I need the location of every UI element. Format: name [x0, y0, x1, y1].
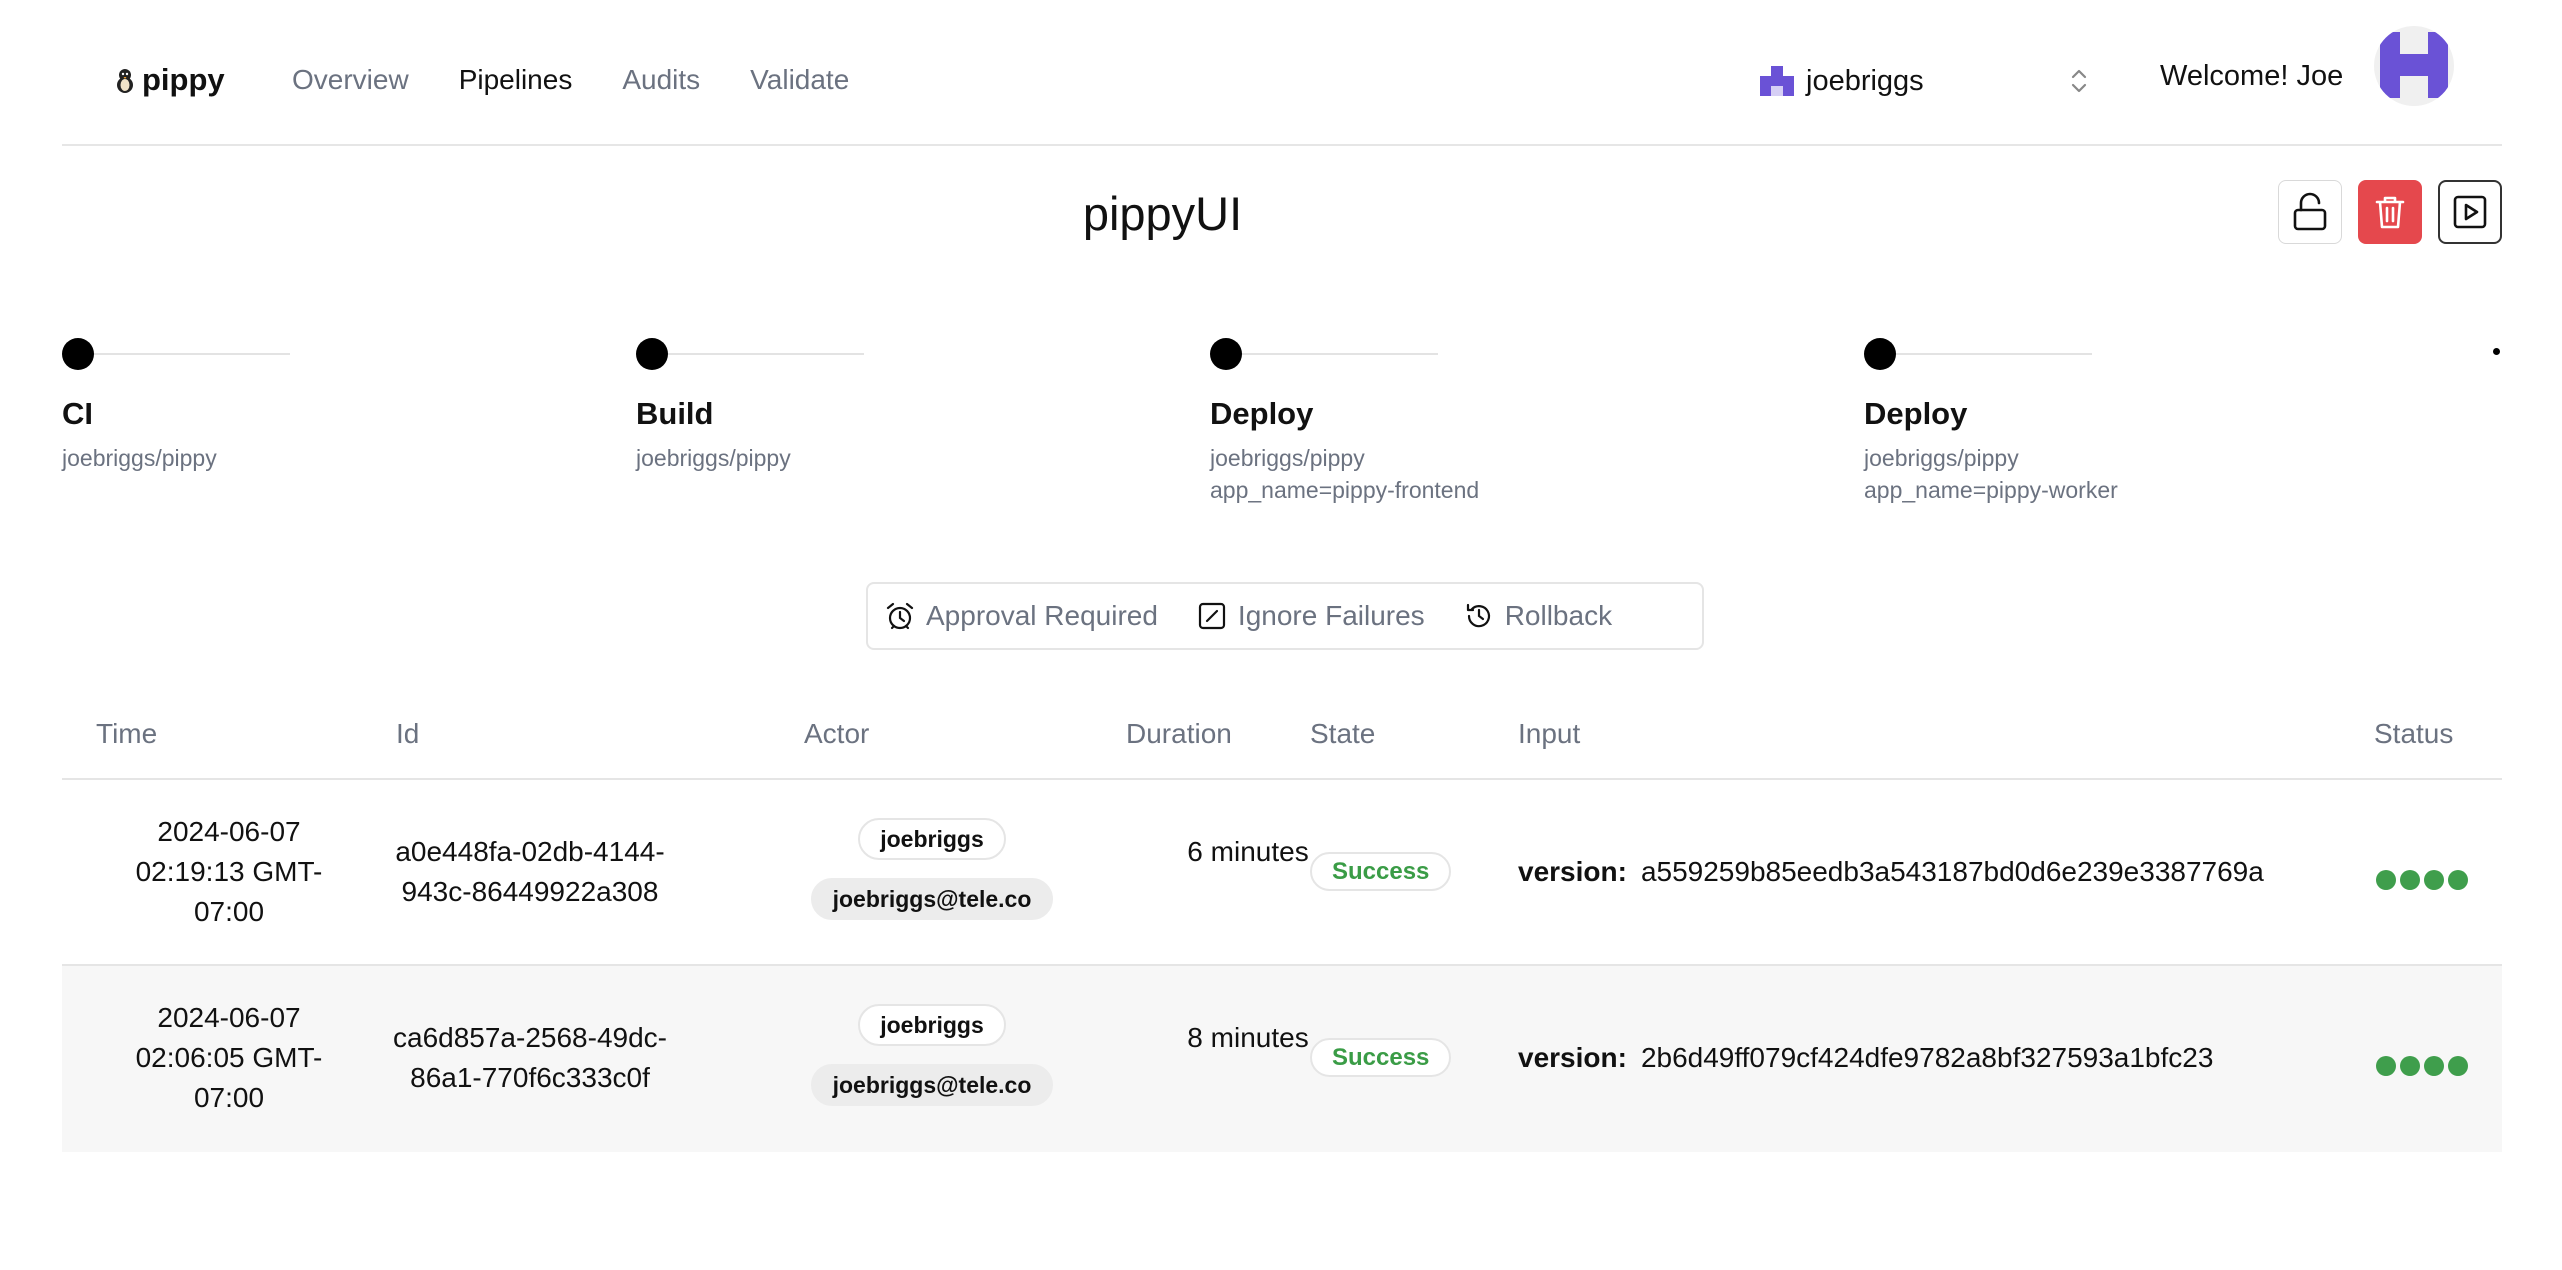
rollback-label: Rollback [1504, 600, 1613, 631]
header-time: Time [96, 718, 158, 749]
status-dot [2400, 1056, 2420, 1076]
top-header: pippy Overview Pipelines Audits Validate… [62, 0, 2502, 146]
step-connector [1242, 353, 1438, 355]
app-name: pippy [142, 62, 225, 97]
input-key: version: [1518, 1042, 1627, 1073]
org-selector[interactable]: joebriggs [1760, 58, 2090, 104]
nav-overview[interactable]: Overview [292, 64, 409, 96]
nav-validate[interactable]: Validate [750, 64, 849, 96]
runs-table: Time Id Actor Duration State Input Statu… [62, 700, 2502, 1152]
step-connector [1896, 353, 2092, 355]
step-repo-line: joebriggs/pippy [1210, 445, 1365, 471]
history-icon [1466, 603, 1490, 628]
step-name: Build [636, 396, 714, 431]
status-dot [2376, 870, 2396, 890]
pippy-logo-icon [117, 69, 133, 93]
status-dot [2400, 870, 2420, 890]
unlock-button[interactable] [2278, 180, 2342, 244]
state-badge: Success [1310, 852, 1452, 891]
input-value: 2b6d49ff079cf424dfe9782a8bf327593a1bfc23 [1640, 1042, 2214, 1073]
actor-name-pill: joebriggs [858, 818, 1006, 860]
step-connector [94, 353, 290, 355]
state-badge: Success [1310, 1038, 1452, 1077]
alarm-clock-icon [886, 602, 914, 630]
header-duration: Duration [1126, 718, 1232, 749]
status-dot [2376, 1056, 2396, 1076]
step-name: CI [62, 396, 93, 431]
approval-required-option[interactable]: Approval Required [884, 600, 1158, 632]
status-dot [2448, 870, 2468, 890]
input-key: version: [1518, 856, 1627, 887]
avatar-identicon-icon [2380, 32, 2448, 98]
run-state: Success [1310, 850, 1452, 891]
org-name: joebriggs [1806, 64, 1924, 97]
run-status-dots[interactable] [2376, 1056, 2468, 1076]
step-repo: joebriggs/pippy [62, 445, 217, 471]
run-state: Success [1310, 1036, 1452, 1077]
pipeline-step-ci[interactable]: CI joebriggs/pippy [62, 338, 290, 474]
header-state: State [1310, 718, 1376, 749]
input-value: a559259b85eedb3a543187bd0d6e239e3387769a [1640, 856, 2264, 887]
chevron-up-down-icon [2071, 69, 2087, 93]
run-input: version: a559259b85eedb3a543187bd0d6e239e… [1518, 852, 2264, 892]
pipeline-step-deploy-worker[interactable]: Deploy joebriggs/pippy app_name=pippy-wo… [1864, 338, 2118, 506]
step-dot [1210, 338, 1242, 370]
actor-name-pill: joebriggs [858, 1004, 1006, 1046]
rollback-option[interactable]: Rollback [1463, 600, 1612, 632]
table-row[interactable]: 2024-06-07 02:19:13 GMT-07:00 a0e448fa-0… [62, 780, 2502, 966]
run-id[interactable]: ca6d857a-2568-49dc-86a1-770f6c333c0f [362, 1018, 698, 1098]
step-name: Deploy [1864, 396, 1968, 431]
step-repo: joebriggs/pippy app_name=pippy-frontend [1210, 442, 1479, 506]
run-time: 2024-06-07 02:06:05 GMT-07:00 [135, 1002, 323, 1113]
ignore-failures-option[interactable]: Ignore Failures [1196, 600, 1425, 632]
approval-required-label: Approval Required [926, 600, 1158, 631]
checkbox-icon [1198, 602, 1226, 630]
delete-button[interactable] [2358, 180, 2422, 244]
run-time: 2024-06-07 02:19:13 GMT-07:00 [135, 816, 323, 927]
welcome-text: Welcome! Joe [2160, 60, 2344, 92]
app-logo[interactable]: pippy [114, 62, 225, 98]
org-identicon-icon [1760, 66, 1794, 96]
status-dot [2424, 870, 2444, 890]
run-status-dots[interactable] [2376, 870, 2468, 890]
unlock-icon [2293, 192, 2327, 231]
step-param-line: app_name=pippy-frontend [1210, 477, 1480, 503]
main-nav: Overview Pipelines Audits Validate [292, 64, 849, 96]
header-input: Input [1518, 718, 1581, 749]
trash-icon [2375, 196, 2405, 229]
nav-pipelines[interactable]: Pipelines [459, 64, 573, 96]
header-status: Status [2374, 718, 2454, 749]
actor-email-pill: joebriggs@tele.co [810, 878, 1054, 920]
step-dot [636, 338, 668, 370]
pipeline-step-build[interactable]: Build joebriggs/pippy [636, 338, 864, 474]
run-id[interactable]: a0e448fa-02db-4144-943c-86449922a308 [362, 832, 698, 912]
step-dot [62, 338, 94, 370]
ignore-failures-label: Ignore Failures [1237, 600, 1425, 631]
run-actor: joebriggs joebriggs@tele.co [802, 818, 1062, 920]
pipeline-options-bar: Approval Required Ignore Failures Rollba… [866, 582, 1704, 650]
pipeline-step-deploy-frontend[interactable]: Deploy joebriggs/pippy app_name=pippy-fr… [1210, 338, 1479, 506]
actor-email-pill: joebriggs@tele.co [810, 1064, 1054, 1106]
pipeline-title: pippyUI [1082, 187, 1243, 240]
run-pipeline-button[interactable] [2438, 180, 2502, 244]
header-id: Id [396, 718, 420, 749]
step-repo: joebriggs/pippy [636, 445, 791, 471]
pipeline-end-dot [2493, 348, 2500, 355]
status-dot [2424, 1056, 2444, 1076]
user-avatar[interactable] [2374, 26, 2454, 106]
nav-audits[interactable]: Audits [622, 64, 700, 96]
run-input: version: 2b6d49ff079cf424dfe9782a8bf32759… [1518, 1038, 2213, 1078]
step-dot [1864, 338, 1896, 370]
status-dot [2448, 1056, 2468, 1076]
step-name: Deploy [1210, 396, 1314, 431]
step-param-line: app_name=pippy-worker [1864, 477, 2118, 503]
run-actor: joebriggs joebriggs@tele.co [802, 1004, 1062, 1106]
step-connector [668, 353, 864, 355]
play-icon [2453, 195, 2487, 229]
step-repo-line: joebriggs/pippy [1864, 445, 2019, 471]
header-actor: Actor [804, 718, 870, 749]
table-header: Time Id Actor Duration State Input Statu… [62, 700, 2502, 780]
table-row[interactable]: 2024-06-07 02:06:05 GMT-07:00 ca6d857a-2… [62, 966, 2502, 1152]
step-repo: joebriggs/pippy app_name=pippy-worker [1864, 442, 2118, 506]
